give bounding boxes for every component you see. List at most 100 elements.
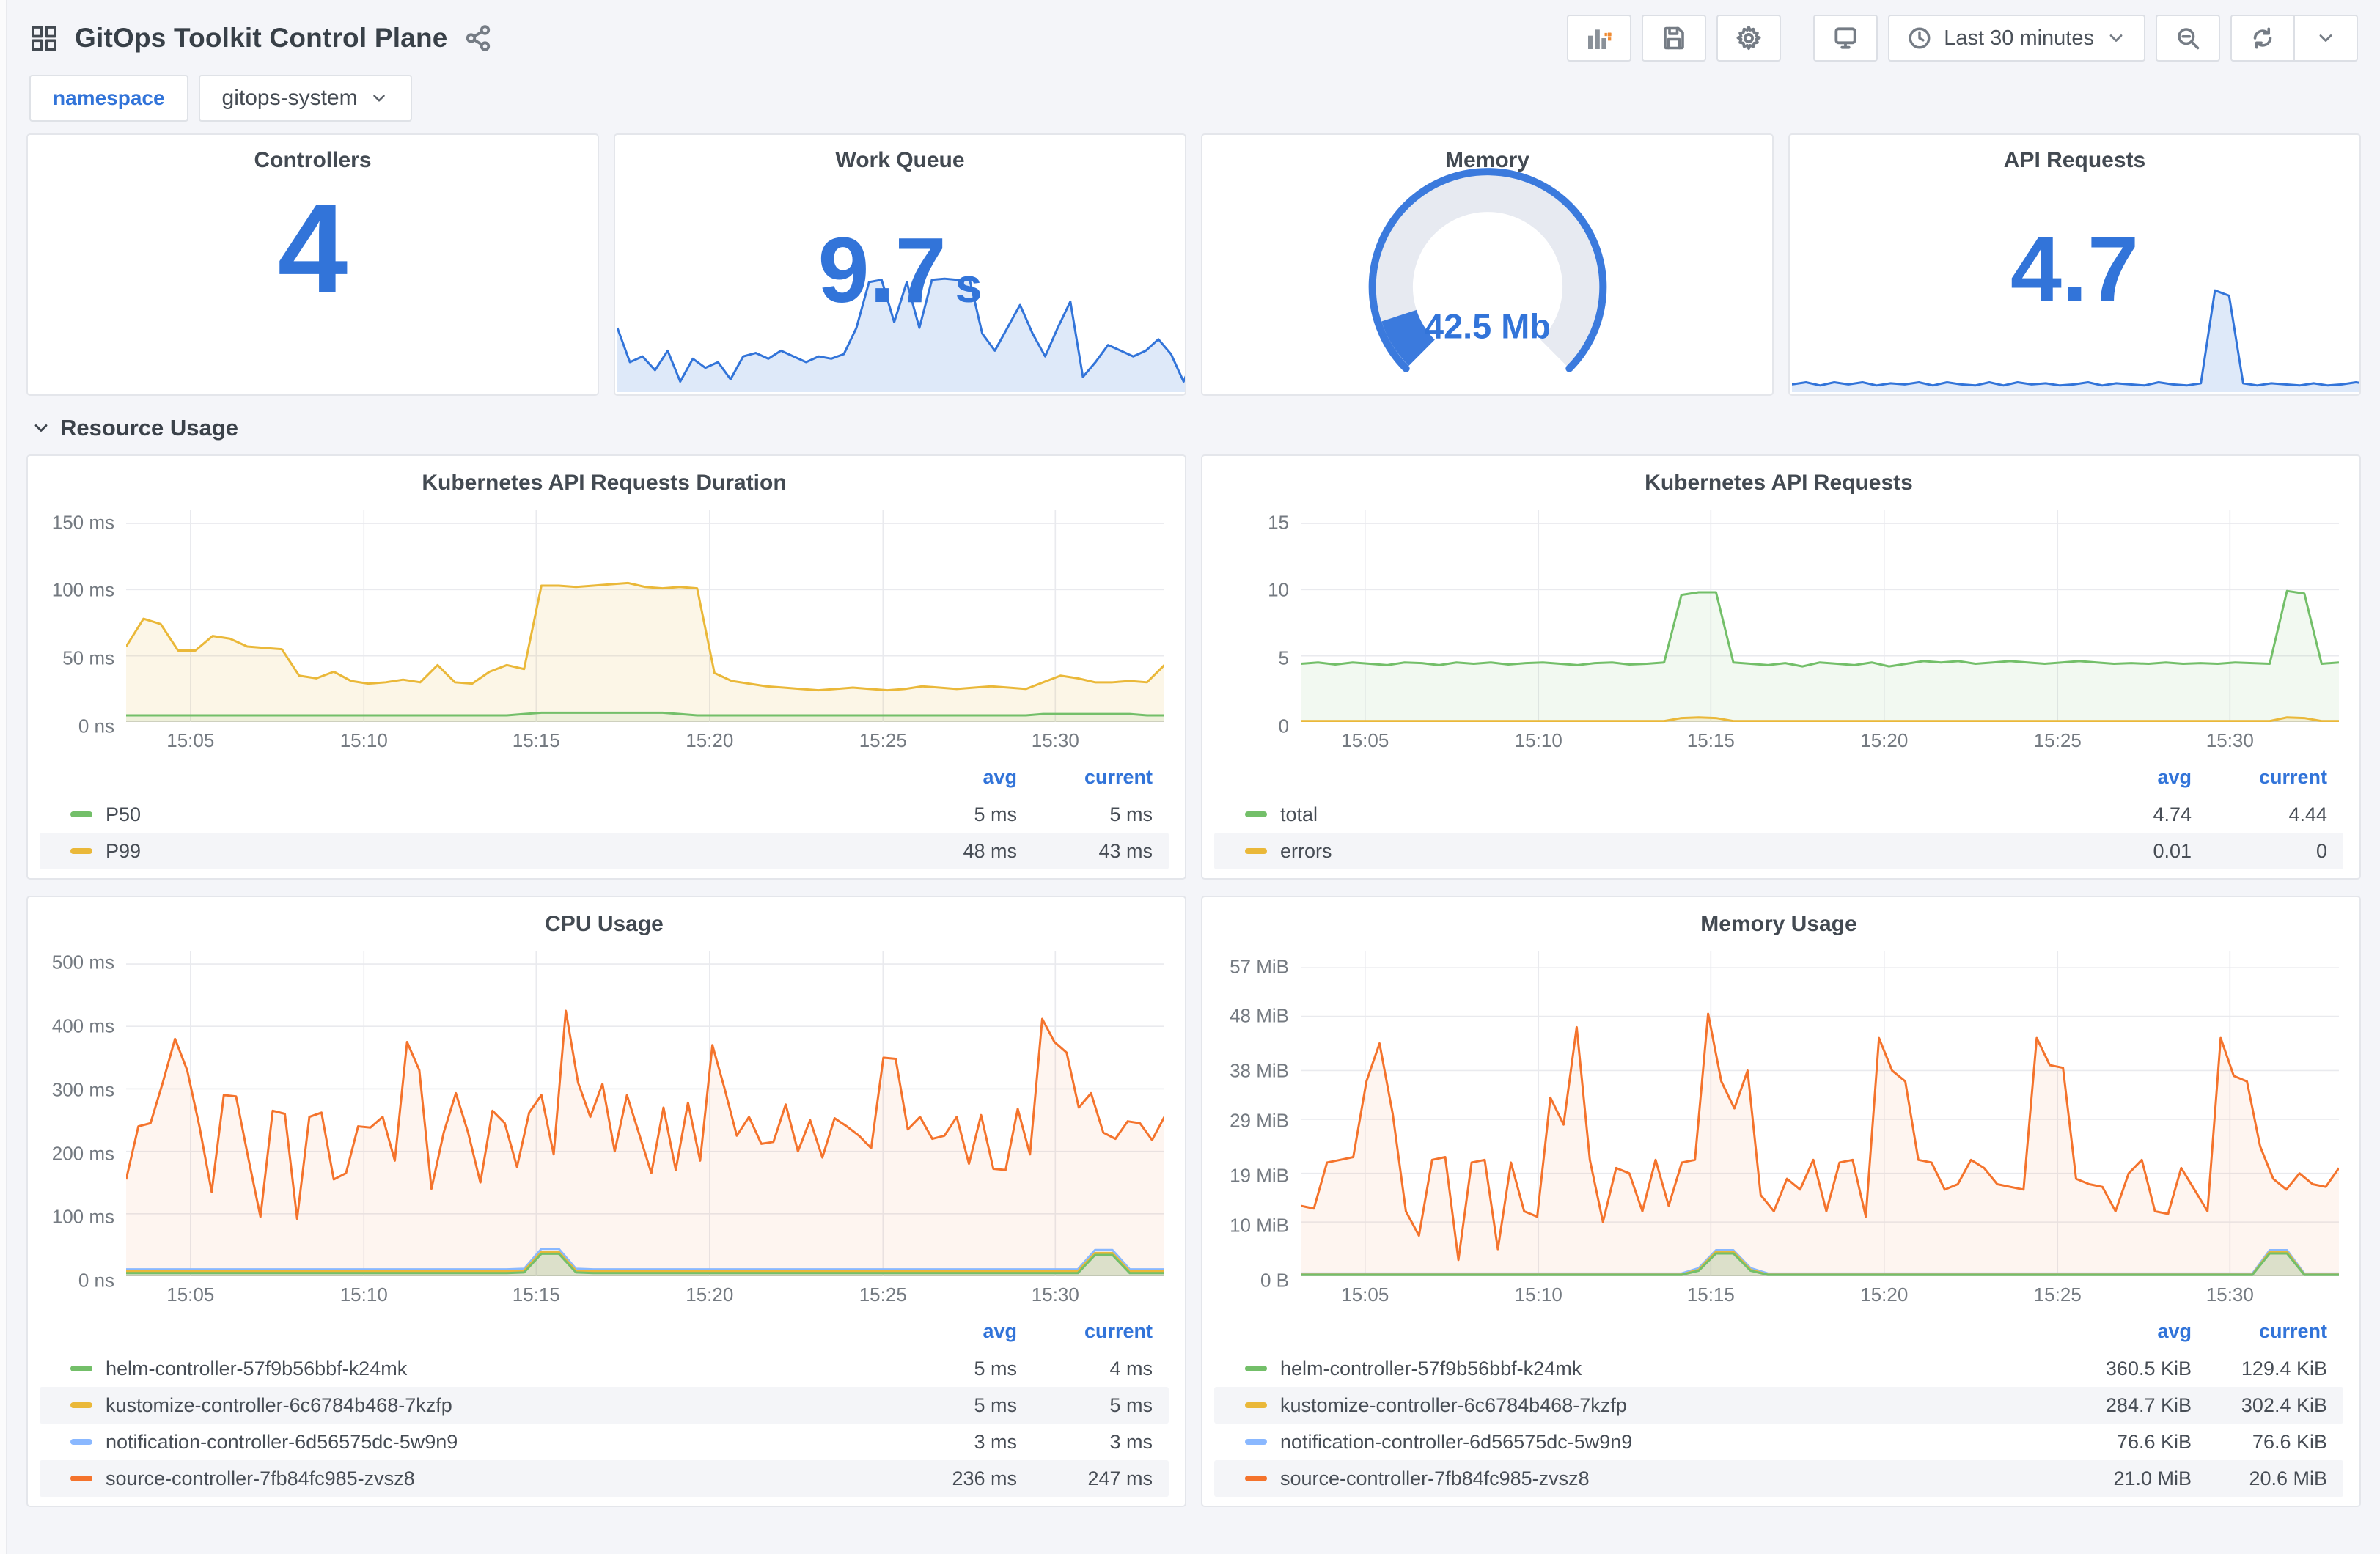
panel-title[interactable]: API Requests <box>1790 135 2359 173</box>
legend-series-toggle[interactable]: errors <box>1245 840 2067 863</box>
stat-panels-row: Controllers 4 Work Queue 9.7 s Memory 42… <box>26 133 2361 396</box>
legend-row: P50 5 ms 5 ms <box>40 796 1169 833</box>
legend-current-value: 129.4 KiB <box>2241 1357 2327 1380</box>
legend-series-toggle[interactable]: helm-controller-57f9b56bbf-k24mk <box>70 1358 892 1380</box>
legend-current-value: 5 ms <box>1109 803 1153 825</box>
legend-series-name: source-controller-7fb84fc985-zvsz8 <box>106 1467 415 1489</box>
legend-current-value: 43 ms <box>1098 839 1153 862</box>
legend-current-value: 302.4 KiB <box>2241 1393 2327 1416</box>
legend-avg-value: 5 ms <box>974 1393 1017 1416</box>
x-axis-tick-label: 15:05 <box>1341 729 1389 751</box>
apps-grid-icon[interactable] <box>29 23 59 53</box>
legend-series-name: source-controller-7fb84fc985-zvsz8 <box>1280 1467 1590 1489</box>
x-axis-tick-label: 15:20 <box>1860 1284 1909 1306</box>
time-range-picker[interactable]: Last 30 minutes <box>1888 15 2145 62</box>
y-axis-tick-label: 500 ms <box>51 951 114 973</box>
legend-sort-avg[interactable]: avg <box>892 1320 1017 1343</box>
controllers-stat-value: 4 <box>277 178 348 319</box>
legend-row: total 4.74 4.44 <box>1214 796 2343 833</box>
variable-selected-value: gitops-system <box>221 86 358 110</box>
y-axis-tick-label: 48 MiB <box>1230 1004 1289 1027</box>
chart-canvas-memory-usage[interactable] <box>1301 951 2339 1276</box>
x-axis-tick-label: 15:05 <box>166 1284 215 1306</box>
save-dashboard-button[interactable] <box>1642 15 1707 62</box>
plot-area: 0 ns 100 ms 200 ms 300 ms 400 ms 500 ms <box>37 946 1172 1292</box>
legend-sort-current[interactable]: current <box>2192 1320 2327 1343</box>
legend-series-toggle[interactable]: notification-controller-6d56575dc-5w9n9 <box>1245 1431 2067 1454</box>
x-axis-tick-label: 15:20 <box>686 729 734 751</box>
series-color-dash <box>1245 1402 1267 1408</box>
legend-avg-value: 48 ms <box>963 839 1017 862</box>
y-axis-tick-label: 300 ms <box>51 1078 114 1101</box>
legend-sort-avg[interactable]: avg <box>892 766 1017 789</box>
legend-sort-current[interactable]: current <box>2192 766 2327 789</box>
panel-title[interactable]: Memory Usage <box>1211 906 2346 946</box>
x-axis: 15:05 15:10 15:15 15:20 15:25 15:30 <box>126 723 1164 757</box>
zoom-out-button[interactable] <box>2156 15 2220 62</box>
legend: avg current helm-controller-57f9b56bbf-k24… <box>1214 1317 2343 1497</box>
panel-memory: Memory 42.5 Mb <box>1201 133 1774 396</box>
chevron-down-icon <box>372 95 385 102</box>
time-range-label: Last 30 minutes <box>1944 26 2094 50</box>
chart-canvas-kubernetes-api-requests[interactable] <box>1301 510 2339 722</box>
legend-sort-current[interactable]: current <box>1017 766 1153 789</box>
legend-series-toggle[interactable]: notification-controller-6d56575dc-5w9n9 <box>70 1431 892 1454</box>
legend-series-toggle[interactable]: kustomize-controller-6c6784b468-7kzfp <box>70 1394 892 1417</box>
legend-sort-avg[interactable]: avg <box>2067 766 2192 789</box>
legend-series-toggle[interactable]: source-controller-7fb84fc985-zvsz8 <box>1245 1468 2067 1490</box>
legend-avg-value: 360.5 KiB <box>2105 1357 2192 1380</box>
chart-canvas-kubernetes-api-requests-duration[interactable] <box>126 510 1164 722</box>
y-axis-tick-label: 400 ms <box>51 1014 114 1037</box>
legend-series-toggle[interactable]: P99 <box>70 840 892 863</box>
refresh-interval-picker[interactable] <box>2295 16 2357 60</box>
chart-canvas-cpu-usage[interactable] <box>126 951 1164 1276</box>
gear-icon <box>1736 26 1761 50</box>
legend-series-name: kustomize-controller-6c6784b468-7kzfp <box>106 1393 452 1416</box>
panel-title[interactable]: CPU Usage <box>37 906 1172 946</box>
panel-title[interactable]: Controllers <box>28 135 598 173</box>
series-color-dash <box>70 811 92 817</box>
legend-avg-value: 76.6 KiB <box>2116 1430 2192 1453</box>
legend-sort-avg[interactable]: avg <box>2067 1320 2192 1343</box>
y-axis-tick-label: 150 ms <box>51 511 114 534</box>
dashboard-header: GitOps Toolkit Control Plane Last 30 min… <box>26 0 2361 70</box>
legend-series-name: helm-controller-57f9b56bbf-k24mk <box>1280 1357 1582 1380</box>
panel-title[interactable]: Kubernetes API Requests <box>1211 465 2346 504</box>
x-axis-tick-label: 15:25 <box>859 729 907 751</box>
legend-avg-value: 284.7 KiB <box>2105 1393 2192 1416</box>
panel-title[interactable]: Work Queue <box>615 135 1185 173</box>
legend-sort-current[interactable]: current <box>1017 1320 1153 1343</box>
variable-value-dropdown[interactable]: gitops-system <box>198 75 412 122</box>
charts-row-2: CPU Usage 0 ns 100 ms 200 ms 300 ms 400 ms 500… <box>26 896 2361 1507</box>
legend-series-toggle[interactable]: total <box>1245 803 2067 826</box>
cycle-view-button[interactable] <box>1813 15 1878 62</box>
work-queue-stat-value: 9.7 s <box>818 218 983 322</box>
dashboard-title[interactable]: GitOps Toolkit Control Plane <box>75 23 448 54</box>
legend-current-value: 3 ms <box>1109 1430 1153 1453</box>
variable-label-namespace[interactable]: namespace <box>29 75 188 122</box>
legend-series-name: helm-controller-57f9b56bbf-k24mk <box>106 1357 408 1380</box>
x-axis-tick-label: 15:30 <box>1031 729 1079 751</box>
memory-gauge-value: 42.5 Mb <box>1425 308 1551 346</box>
sidebar-edge <box>0 0 7 1554</box>
legend-current-value: 20.6 MiB <box>2249 1467 2327 1489</box>
legend-series-toggle[interactable]: kustomize-controller-6c6784b468-7kzfp <box>1245 1394 2067 1417</box>
legend-series-toggle[interactable]: helm-controller-57f9b56bbf-k24mk <box>1245 1358 2067 1380</box>
row-resource-usage[interactable]: Resource Usage <box>26 396 2361 454</box>
panel-title[interactable]: Kubernetes API Requests Duration <box>37 465 1172 504</box>
legend-avg-value: 5 ms <box>974 1357 1017 1380</box>
chevron-down-icon <box>34 424 48 432</box>
add-panel-button[interactable] <box>1567 15 1632 62</box>
x-axis-tick-label: 15:30 <box>2205 729 2254 751</box>
legend-series-toggle[interactable]: P50 <box>70 803 892 826</box>
legend-series-toggle[interactable]: source-controller-7fb84fc985-zvsz8 <box>70 1468 892 1490</box>
panel-controllers: Controllers 4 <box>26 133 599 396</box>
x-axis-tick-label: 15:15 <box>1686 1284 1735 1306</box>
memory-gauge: 42.5 Mb <box>1202 168 1772 391</box>
refresh-button[interactable] <box>2232 16 2293 60</box>
panel-memory-usage: Memory Usage 0 B 10 MiB 19 MiB 29 MiB 38 MiB 4… <box>1201 896 2361 1507</box>
dashboard-settings-button[interactable] <box>1716 15 1782 62</box>
share-icon[interactable] <box>464 24 492 52</box>
legend-avg-value: 4.74 <box>2153 803 2192 825</box>
x-axis-tick-label: 15:05 <box>166 729 215 751</box>
